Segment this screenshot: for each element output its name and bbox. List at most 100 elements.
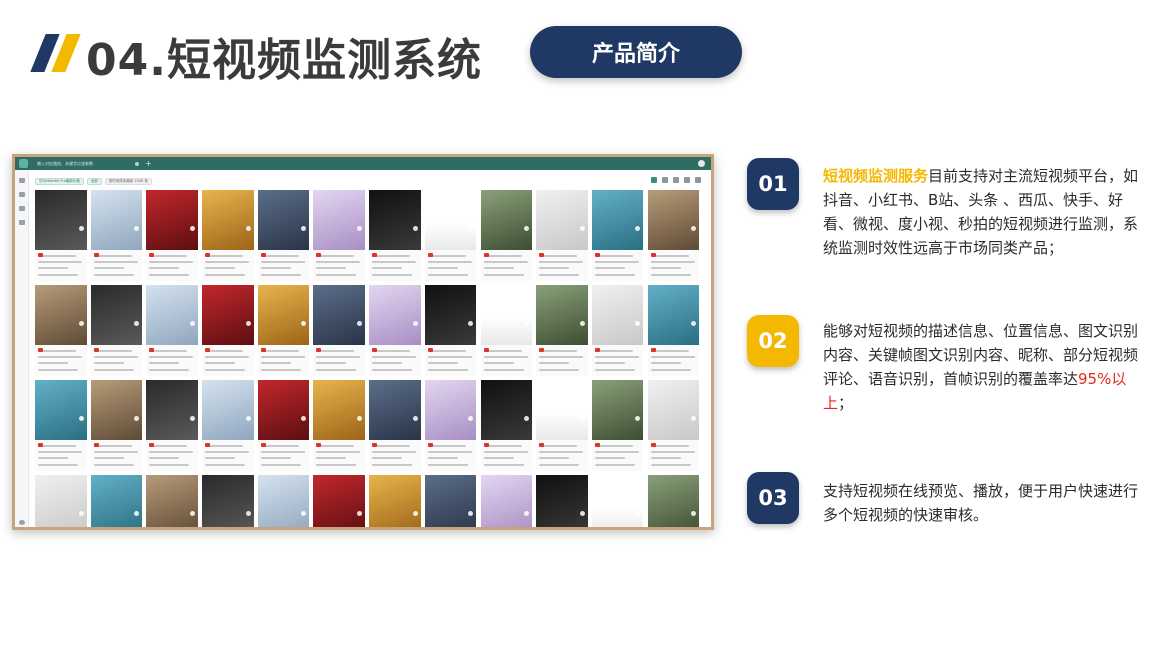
platform-icon [372,253,378,257]
video-thumbnail [647,285,700,345]
video-card [35,285,87,376]
platform-icon [427,443,433,447]
video-card [313,380,365,471]
meta-line [372,445,411,447]
video-thumbnail [90,190,143,250]
video-thumbnail [202,380,254,440]
meta-line [427,356,472,358]
video-thumbnail [313,285,365,345]
sidebar-help-icon [19,520,25,525]
download-icon [662,177,668,183]
meta-line [316,369,357,371]
meta-line [594,451,639,453]
meta-line [316,267,347,269]
video-card [202,380,254,471]
sidebar-alert-icon [19,206,25,211]
like-icon [412,416,418,421]
sidebar-home-icon [19,178,25,183]
video-meta [146,440,198,471]
video-card [647,380,700,471]
platform-icon [316,348,322,352]
sidebar-settings-icon [19,220,25,225]
meta-line [594,356,639,358]
meta-line [483,255,522,257]
video-card [257,285,310,376]
meta-line [427,369,468,371]
product-intro-pill: 产品简介 [530,26,742,78]
video-thumbnail [536,380,588,440]
video-card [146,190,198,281]
meta-line [93,464,134,466]
meta-line [594,274,635,276]
video-thumbnail [647,380,700,440]
video-card [424,380,477,471]
video-card [424,285,477,376]
meta-line [260,451,305,453]
meta-line [539,451,584,453]
meta-line [594,457,625,459]
like-icon [356,321,362,326]
meta-line [149,362,180,364]
video-thumbnail [369,380,421,440]
meta-line [372,451,417,453]
like-icon [412,226,418,231]
meta-line [149,457,180,459]
sort-icon [684,177,690,183]
meta-line [427,464,468,466]
meta-line [650,356,695,358]
filter-chip: 华为Mate60 Pro最新价格 [35,177,84,185]
video-card [313,190,365,281]
platform-icon [372,443,378,447]
platform-icon [260,348,266,352]
platform-icon [650,443,656,447]
meta-line [372,255,411,257]
meta-line [260,350,299,352]
filter-chip: 全部 [86,177,102,185]
meta-line [260,464,301,466]
video-card [313,285,365,376]
video-card [202,285,254,376]
platform-icon [539,443,545,447]
meta-line [372,464,413,466]
like-icon [412,321,418,326]
video-thumbnail [480,380,532,440]
video-card [313,475,365,527]
meta-line [650,255,689,257]
tab-close-icon [135,161,139,166]
video-thumbnail [146,190,198,250]
like-icon [524,226,529,231]
meta-line [650,274,691,276]
video-card [257,190,310,281]
meta-line [149,255,188,257]
meta-line [205,445,244,447]
video-card [480,380,532,471]
platform-icon [205,348,211,352]
video-card [35,190,87,281]
meta-line [650,464,691,466]
video-thumbnail [146,475,198,527]
meta-line [38,350,76,352]
like-icon [189,321,195,326]
meta-line [205,362,236,364]
video-thumbnail [35,380,87,440]
meta-line [260,362,291,364]
video-card [591,285,644,376]
video-thumbnail [202,190,254,250]
video-thumbnail [202,475,254,527]
meta-line [316,457,347,459]
video-card [369,475,421,527]
sidebar-list-icon [19,192,25,197]
meta-line [483,457,514,459]
meta-line [205,451,250,453]
meta-line [650,362,681,364]
feature-number-badge: 02 [747,315,799,367]
settings-icon [695,177,701,183]
video-thumbnail [424,380,477,440]
meta-line [483,362,514,364]
video-thumbnail [591,285,644,345]
refresh-icon [651,177,657,183]
meta-line [372,261,417,263]
meta-line [38,255,76,257]
meta-line [260,457,291,459]
like-icon [189,226,195,231]
